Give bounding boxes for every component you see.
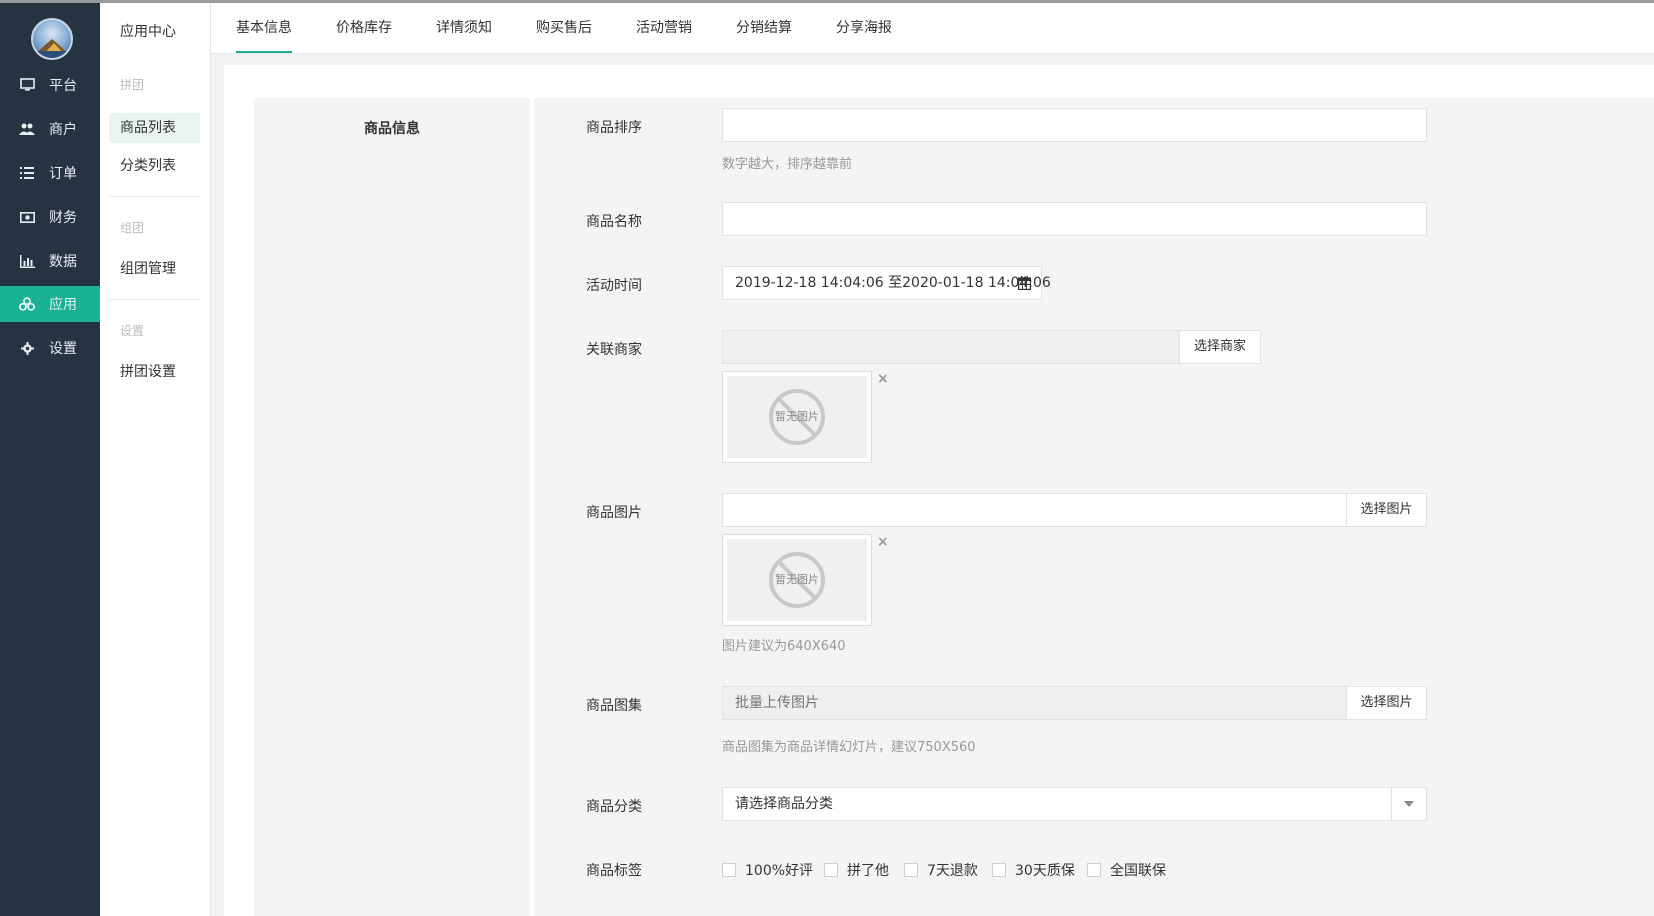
sort-input[interactable]: [723, 109, 1426, 141]
merchant-image-preview: 暂无图片: [722, 371, 872, 463]
subnav-item-category-list[interactable]: 分类列表: [109, 151, 200, 181]
tag-label: 拼了他: [847, 863, 889, 879]
nav-item-data[interactable]: 数据: [0, 243, 100, 279]
time-label: 活动时间: [586, 278, 642, 294]
sub-sidebar: 应用中心 拼团 商品列表 分类列表 组团 组团管理 设置 拼团设置: [100, 3, 211, 916]
users-icon: [19, 121, 35, 137]
form-area: 商品排序 数字越大，排序越靠前 商品名称 活动时间 2019-12-18 14:…: [534, 98, 1654, 916]
chevron-down-icon[interactable]: [1391, 788, 1426, 820]
name-label: 商品名称: [586, 214, 642, 230]
nav-item-platform[interactable]: 平台: [0, 67, 100, 103]
section-title: 商品信息: [364, 121, 420, 137]
subnav-header: 应用中心: [120, 24, 176, 40]
subnav-item-product-list[interactable]: 商品列表: [109, 113, 200, 143]
subnav-item-group-settings[interactable]: 拼团设置: [109, 357, 200, 387]
category-selected: 请选择商品分类: [735, 796, 833, 812]
tag-label: 100%好评: [745, 863, 814, 879]
tab-share-poster[interactable]: 分享海报: [836, 3, 892, 53]
nav-item-orders[interactable]: 订单: [0, 155, 100, 191]
nav-item-apps[interactable]: 应用: [0, 286, 100, 322]
category-label: 商品分类: [586, 799, 642, 815]
nav-label: 设置: [49, 341, 77, 357]
content-panel: 商品信息 商品排序 数字越大，排序越靠前 商品名称 活动时间 2019-12-1…: [224, 65, 1654, 916]
select-image-button[interactable]: 选择图片: [1346, 493, 1427, 527]
subnav-item-group-manage[interactable]: 组团管理: [109, 254, 200, 284]
nav-item-finance[interactable]: 财务: [0, 199, 100, 235]
sort-field[interactable]: [722, 108, 1427, 142]
subnav-divider: [109, 196, 200, 197]
checkbox-box[interactable]: [904, 863, 918, 877]
gallery-help: 商品图集为商品详情幻灯片，建议750X560: [722, 740, 976, 755]
nav-label: 数据: [49, 254, 77, 270]
tab-basic-info[interactable]: 基本信息: [236, 3, 292, 53]
select-merchant-button[interactable]: 选择商家: [1179, 330, 1261, 364]
tag-checkbox-refund[interactable]: 7天退款: [904, 860, 978, 880]
cubes-icon: [19, 296, 35, 312]
gallery-input: [723, 687, 1346, 719]
tab-price-stock[interactable]: 价格库存: [336, 3, 392, 53]
checkbox-box[interactable]: [824, 863, 838, 877]
time-value: 2019-12-18 14:04:06 至2020-01-18 14:04:06: [735, 275, 1051, 291]
tabs-bar: 基本信息 价格库存 详情须知 购买售后 活动营销 分销结算 分享海报: [211, 3, 1654, 54]
main-sidebar: 平台 商户 订单 财务 数据 应用 设置: [0, 3, 100, 916]
checkbox-box[interactable]: [722, 863, 736, 877]
time-field[interactable]: 2019-12-18 14:04:06 至2020-01-18 14:04:06: [722, 266, 1051, 300]
nav-label: 订单: [49, 166, 77, 182]
sort-help: 数字越大，排序越靠前: [722, 157, 853, 172]
remove-merchant-image-icon[interactable]: ×: [877, 371, 889, 387]
bar-chart-icon: [19, 253, 35, 269]
image-field[interactable]: [722, 493, 1347, 527]
tag-checkbox-warranty[interactable]: 30天质保: [992, 860, 1075, 880]
tab-marketing[interactable]: 活动营销: [636, 3, 692, 53]
list-icon: [19, 165, 35, 181]
money-icon: [19, 209, 35, 225]
subnav-divider: [109, 299, 200, 300]
gear-icon: [19, 340, 35, 356]
gallery-field: [722, 686, 1347, 720]
nav-item-merchant[interactable]: 商户: [0, 111, 100, 147]
tag-label: 30天质保: [1015, 863, 1075, 879]
tag-label: 7天退款: [927, 863, 978, 879]
sort-label: 商品排序: [586, 120, 642, 136]
nav-label: 平台: [49, 78, 77, 94]
name-input[interactable]: [723, 203, 1426, 235]
nav-item-settings[interactable]: 设置: [0, 330, 100, 366]
checkbox-box[interactable]: [1087, 863, 1101, 877]
tags-label: 商品标签: [586, 863, 642, 879]
image-label: 商品图片: [586, 505, 642, 521]
nav-label: 商户: [49, 122, 77, 138]
section-sidebar: 商品信息: [254, 98, 530, 916]
subnav-group-title: 拼团: [120, 78, 145, 92]
tab-detail-notice[interactable]: 详情须知: [436, 3, 492, 53]
category-select[interactable]: 请选择商品分类: [722, 787, 1427, 821]
checkbox-box[interactable]: [992, 863, 1006, 877]
tag-checkbox-pin[interactable]: 拼了他: [824, 860, 889, 880]
tab-after-sale[interactable]: 购买售后: [536, 3, 592, 53]
image-help: 图片建议为640X640: [722, 639, 846, 654]
calendar-icon[interactable]: [1018, 276, 1032, 294]
monitor-icon: [19, 77, 35, 93]
merchant-label: 关联商家: [586, 342, 642, 358]
app-logo[interactable]: [31, 18, 73, 60]
no-image-text: 暂无图片: [775, 410, 819, 423]
tab-distribution[interactable]: 分销结算: [736, 3, 792, 53]
subnav-group-title: 组团: [120, 221, 145, 235]
tag-label: 全国联保: [1110, 863, 1166, 879]
product-image-preview: 暂无图片: [722, 534, 872, 626]
name-field[interactable]: [722, 202, 1427, 236]
merchant-field: [722, 330, 1180, 364]
remove-product-image-icon[interactable]: ×: [877, 534, 889, 550]
gallery-label: 商品图集: [586, 698, 642, 714]
select-gallery-button[interactable]: 选择图片: [1346, 686, 1427, 720]
no-image-text: 暂无图片: [775, 573, 819, 586]
nav-label: 财务: [49, 210, 77, 226]
subnav-group-title: 设置: [120, 324, 145, 338]
tag-checkbox-nationwide[interactable]: 全国联保: [1087, 860, 1166, 880]
tag-checkbox-good-review[interactable]: 100%好评: [722, 860, 813, 880]
nav-label: 应用: [49, 297, 77, 313]
